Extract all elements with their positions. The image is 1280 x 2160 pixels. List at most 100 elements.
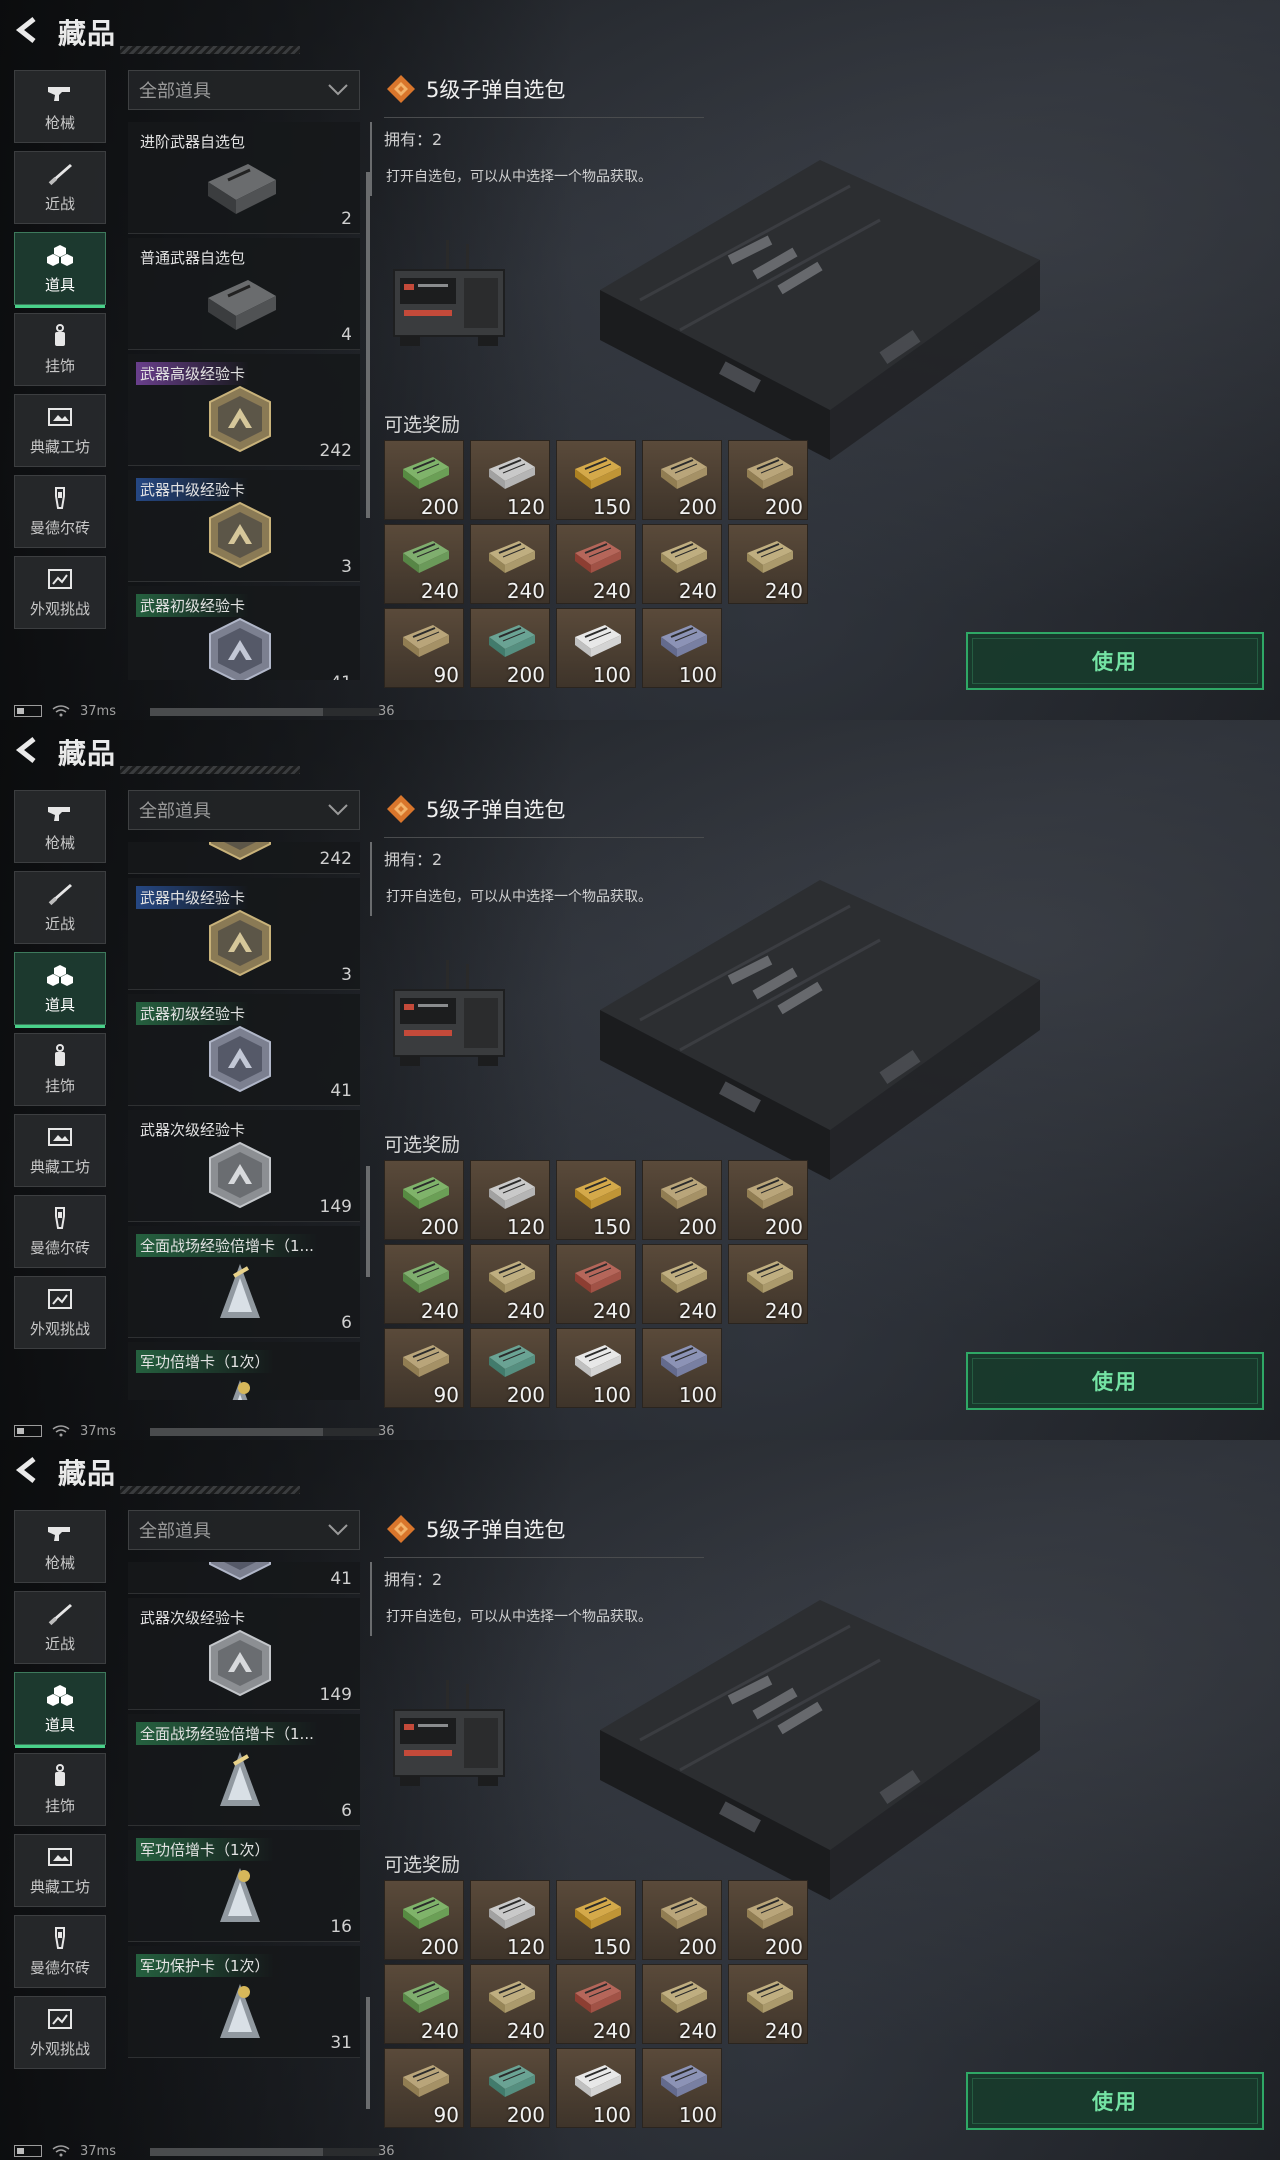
- item-filter-dropdown[interactable]: 全部道具: [128, 1510, 360, 1550]
- reward-cell[interactable]: 200: [728, 1160, 808, 1240]
- reward-cell[interactable]: 150: [556, 440, 636, 520]
- reward-cell[interactable]: 240: [642, 524, 722, 604]
- list-item[interactable]: 武器初级经验卡 41: [128, 994, 360, 1106]
- list-scrollbar[interactable]: [366, 172, 370, 519]
- use-button[interactable]: 使用: [966, 632, 1264, 690]
- back-button[interactable]: [10, 732, 44, 768]
- list-item[interactable]: 武器次级经验卡 149: [128, 1110, 360, 1222]
- reward-cell[interactable]: 100: [642, 1328, 722, 1408]
- reward-cell[interactable]: 200: [384, 1880, 464, 1960]
- item-image: [198, 384, 282, 454]
- reward-quantity: 240: [420, 1299, 459, 1323]
- reward-cell[interactable]: 90: [384, 608, 464, 688]
- category-tab[interactable]: 挂饰: [14, 1033, 106, 1106]
- reward-cell[interactable]: 90: [384, 1328, 464, 1408]
- reward-cell[interactable]: 200: [470, 608, 550, 688]
- category-tab[interactable]: 挂饰: [14, 313, 106, 386]
- reward-cell[interactable]: 200: [642, 1880, 722, 1960]
- reward-cell[interactable]: 100: [556, 608, 636, 688]
- category-tab[interactable]: 枪械: [14, 1510, 106, 1583]
- list-item[interactable]: 武器次级经验卡 149: [128, 1598, 360, 1710]
- list-item[interactable]: 军功倍增卡（1次） 16: [128, 1830, 360, 1942]
- reward-cell[interactable]: 150: [556, 1880, 636, 1960]
- reward-cell[interactable]: 200: [470, 1328, 550, 1408]
- list-item[interactable]: 武器高级经验卡 242: [128, 354, 360, 466]
- item-filter-dropdown[interactable]: 全部道具: [128, 790, 360, 830]
- reward-cell[interactable]: 240: [384, 1964, 464, 2044]
- ammo-box-icon: [489, 2065, 535, 2097]
- category-sidebar: 枪械近战道具 挂饰典藏工坊曼德尔砖外观挑战: [14, 70, 106, 637]
- reward-cell[interactable]: 150: [556, 1160, 636, 1240]
- reward-cell[interactable]: 200: [384, 440, 464, 520]
- reward-cell[interactable]: 200: [470, 2048, 550, 2128]
- category-tab[interactable]: 枪械: [14, 70, 106, 143]
- list-item[interactable]: 武器中级经验卡 3: [128, 878, 360, 990]
- category-tab[interactable]: 典藏工坊: [14, 394, 106, 467]
- reward-cell[interactable]: 240: [470, 524, 550, 604]
- reward-cell[interactable]: 240: [728, 1244, 808, 1324]
- reward-cell[interactable]: 240: [384, 524, 464, 604]
- category-tab[interactable]: 曼德尔砖: [14, 1915, 106, 1988]
- category-tab[interactable]: 近战: [14, 871, 106, 944]
- reward-cell[interactable]: 240: [642, 1964, 722, 2044]
- use-button[interactable]: 使用: [966, 2072, 1264, 2130]
- list-item[interactable]: 41: [128, 1562, 360, 1594]
- category-tab[interactable]: 道具: [14, 952, 106, 1028]
- category-tab[interactable]: 典藏工坊: [14, 1834, 106, 1907]
- list-item[interactable]: 军功保护卡（1次） 31: [128, 1946, 360, 2058]
- item-list[interactable]: 41 武器次级经验卡 149 全面战场经验倍增卡（1... 6 军功倍增卡（1次） 16 军功…: [128, 1562, 360, 2120]
- reward-cell[interactable]: 240: [556, 1244, 636, 1324]
- reward-quantity: 200: [764, 495, 803, 519]
- reward-cell[interactable]: 120: [470, 440, 550, 520]
- category-tab[interactable]: 外观挑战: [14, 1996, 106, 2069]
- list-item[interactable]: 全面战场经验倍增卡（1... 6: [128, 1226, 360, 1338]
- reward-cell[interactable]: 240: [384, 1244, 464, 1324]
- reward-cell[interactable]: 240: [556, 1964, 636, 2044]
- category-tab[interactable]: 外观挑战: [14, 1276, 106, 1349]
- use-button[interactable]: 使用: [966, 1352, 1264, 1410]
- category-tab[interactable]: 近战: [14, 1591, 106, 1664]
- list-item[interactable]: 242: [128, 842, 360, 874]
- item-filter-dropdown[interactable]: 全部道具: [128, 70, 360, 110]
- category-tab[interactable]: 枪械: [14, 790, 106, 863]
- reward-cell[interactable]: 240: [470, 1244, 550, 1324]
- category-tab[interactable]: 近战: [14, 151, 106, 224]
- category-tab[interactable]: 外观挑战: [14, 556, 106, 629]
- category-tab[interactable]: 曼德尔砖: [14, 475, 106, 548]
- back-button[interactable]: [10, 1452, 44, 1488]
- list-item[interactable]: 武器初级经验卡 41: [128, 586, 360, 680]
- back-button[interactable]: [10, 12, 44, 48]
- reward-cell[interactable]: 100: [642, 2048, 722, 2128]
- category-tab[interactable]: 道具: [14, 1672, 106, 1748]
- reward-cell[interactable]: 200: [728, 1880, 808, 1960]
- reward-cell[interactable]: 100: [556, 2048, 636, 2128]
- reward-cell[interactable]: 240: [556, 524, 636, 604]
- list-item[interactable]: 全面战场经验倍增卡（1... 6: [128, 1714, 360, 1826]
- category-tab[interactable]: 挂饰: [14, 1753, 106, 1826]
- category-tab[interactable]: 曼德尔砖: [14, 1195, 106, 1268]
- reward-quantity: 240: [592, 2019, 631, 2043]
- list-scrollbar[interactable]: [366, 1165, 370, 1278]
- list-item[interactable]: 普通武器自选包 4: [128, 238, 360, 350]
- reward-cell[interactable]: 200: [642, 440, 722, 520]
- reward-cell[interactable]: 100: [556, 1328, 636, 1408]
- list-item[interactable]: 武器中级经验卡 3: [128, 470, 360, 582]
- reward-cell[interactable]: 200: [728, 440, 808, 520]
- list-item[interactable]: 军功倍增卡（1次）: [128, 1342, 360, 1400]
- reward-cell[interactable]: 90: [384, 2048, 464, 2128]
- reward-cell[interactable]: 240: [728, 1964, 808, 2044]
- category-tab[interactable]: 典藏工坊: [14, 1114, 106, 1187]
- reward-cell[interactable]: 120: [470, 1880, 550, 1960]
- reward-cell[interactable]: 240: [642, 1244, 722, 1324]
- item-list[interactable]: 进阶武器自选包 2 普通武器自选包 4 武器高级经验卡 242 武器中级经验卡 3 武器初级经验…: [128, 122, 360, 680]
- reward-cell[interactable]: 100: [642, 608, 722, 688]
- reward-cell[interactable]: 240: [470, 1964, 550, 2044]
- category-tab[interactable]: 道具: [14, 232, 106, 308]
- list-scrollbar[interactable]: [366, 1997, 370, 2109]
- list-item[interactable]: 进阶武器自选包 2: [128, 122, 360, 234]
- reward-cell[interactable]: 240: [728, 524, 808, 604]
- reward-cell[interactable]: 120: [470, 1160, 550, 1240]
- reward-cell[interactable]: 200: [642, 1160, 722, 1240]
- item-list[interactable]: 242 武器中级经验卡 3 武器初级经验卡 41 武器次级经验卡 149 全面战场经验倍增卡（…: [128, 842, 360, 1400]
- reward-cell[interactable]: 200: [384, 1160, 464, 1240]
